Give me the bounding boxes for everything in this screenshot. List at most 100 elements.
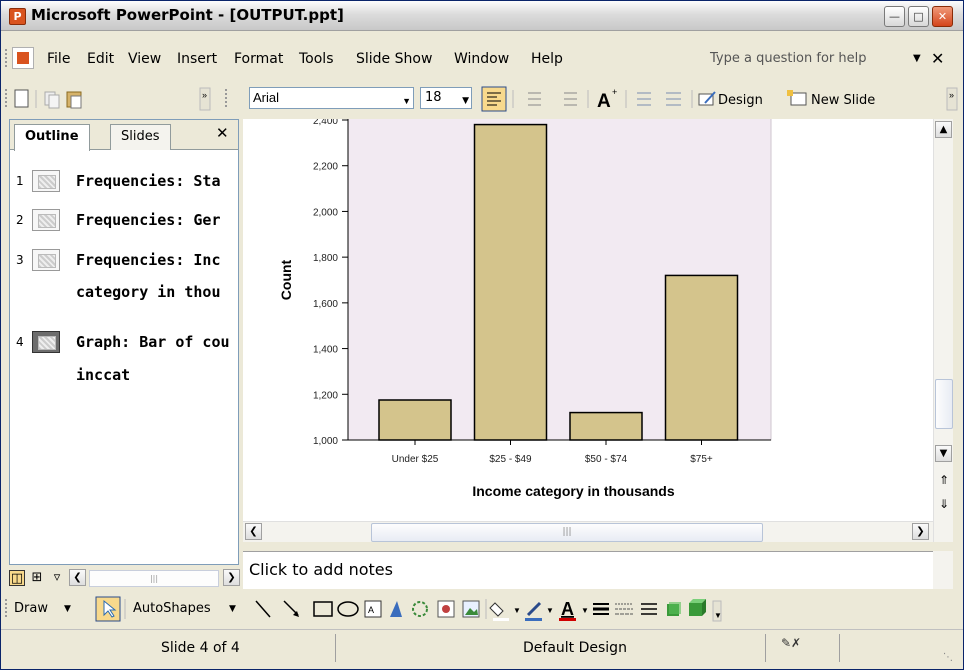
slide-icon[interactable] <box>32 170 60 192</box>
scroll-down-icon[interactable]: ▼ <box>935 445 952 462</box>
slide-icon[interactable] <box>32 209 60 231</box>
outline-title[interactable]: Frequencies: Ger <box>76 211 238 229</box>
title-bar[interactable]: P Microsoft PowerPoint - [OUTPUT.ppt] — … <box>1 1 963 31</box>
font-size-combobox[interactable]: 18 ▼ <box>420 87 472 109</box>
menu-window[interactable]: Window <box>454 51 509 67</box>
clip-art-icon[interactable] <box>437 600 455 618</box>
3d-style-icon[interactable] <box>689 599 706 616</box>
new-slide-button[interactable]: New Slide <box>811 93 875 108</box>
diagram-icon[interactable] <box>412 601 428 617</box>
scroll-left-icon[interactable]: ❮ <box>69 569 86 586</box>
help-dropdown-icon[interactable]: ▼ <box>913 53 921 64</box>
font-size-dropdown-icon[interactable]: ▼ <box>462 91 469 111</box>
wordart-icon[interactable] <box>390 601 402 617</box>
notes-scrollbar[interactable] <box>933 551 953 589</box>
menubar-grip[interactable] <box>5 49 8 67</box>
copy-icon[interactable] <box>44 91 60 109</box>
numbering-icon[interactable] <box>528 92 541 106</box>
close-button[interactable]: ✕ <box>932 6 953 27</box>
toolbar-overflow-icon[interactable]: » <box>199 87 211 111</box>
increase-font-size-icon[interactable]: A + <box>597 87 617 112</box>
oval-tool-icon[interactable] <box>337 601 359 617</box>
paste-icon[interactable] <box>66 91 82 109</box>
text-box-icon[interactable]: A <box>364 600 382 618</box>
shadow-style-icon[interactable] <box>667 602 681 616</box>
document-control-icon[interactable] <box>12 47 34 69</box>
draw-menu-button[interactable]: Draw <box>14 601 48 616</box>
font-name-combobox[interactable]: Arial ▼ <box>249 87 414 109</box>
autoshapes-dropdown-icon[interactable]: ▼ <box>229 604 236 614</box>
arrow-style-icon[interactable] <box>641 603 657 615</box>
slide-horizontal-scrollbar[interactable]: ❮ ||| ❯ <box>243 521 933 542</box>
notes-pane[interactable]: Click to add notes <box>243 551 933 589</box>
dash-style-icon[interactable] <box>615 603 633 615</box>
design-icon[interactable] <box>698 91 716 106</box>
toolbar-options-icon[interactable]: ▼ <box>712 600 722 622</box>
slide-icon-selected[interactable] <box>32 331 60 353</box>
previous-slide-icon[interactable]: ⇑ <box>939 473 949 487</box>
menu-file[interactable]: File <box>47 51 70 67</box>
slide-canvas[interactable]: 1,000 1,200 1,400 1,600 1,800 2,000 2,200 2,400… <box>243 119 933 521</box>
outline-title-continued[interactable]: inccat <box>76 366 238 384</box>
line-color-icon[interactable]: ▼ <box>525 601 554 621</box>
pane-hscroll-thumb[interactable]: ||| <box>89 570 219 587</box>
decrease-indent-icon[interactable] <box>637 92 651 106</box>
help-question-input[interactable]: Type a question for help <box>707 50 907 70</box>
menu-slide-show[interactable]: Slide Show <box>356 51 432 67</box>
outline-title[interactable]: Frequencies: Inc <box>76 251 238 269</box>
maximize-button[interactable]: □ <box>908 6 929 27</box>
document-close-icon[interactable]: ✕ <box>931 49 944 68</box>
menu-format[interactable]: Format <box>234 51 283 67</box>
design-status: Default Design <box>523 640 627 656</box>
design-button[interactable]: Design <box>718 93 763 108</box>
menu-view[interactable]: View <box>128 51 161 67</box>
notes-placeholder[interactable]: Click to add notes <box>249 560 393 579</box>
slide-sorter-view-icon[interactable]: ⊞ <box>29 570 45 586</box>
slide-show-view-icon[interactable]: ▿ <box>49 570 65 586</box>
fill-color-icon[interactable]: ▼ <box>489 602 521 621</box>
bullets-icon[interactable] <box>564 92 577 106</box>
line-tool-icon[interactable] <box>255 600 271 618</box>
new-document-icon[interactable] <box>14 89 29 108</box>
outline-title[interactable]: Frequencies: Sta <box>76 172 238 190</box>
font-dropdown-icon[interactable]: ▼ <box>402 91 411 111</box>
resize-grip-icon[interactable]: ⋱ <box>943 652 953 663</box>
menu-help[interactable]: Help <box>531 51 563 67</box>
status-bar: Slide 4 of 4 Default Design ✎✗ ⋱ <box>1 629 963 669</box>
menu-insert[interactable]: Insert <box>177 51 217 67</box>
line-style-icon[interactable] <box>593 603 609 615</box>
menu-tools[interactable]: Tools <box>299 51 334 67</box>
next-slide-icon[interactable]: ⇓ <box>939 497 949 511</box>
tab-outline[interactable]: Outline <box>14 124 90 151</box>
hscroll-right-icon[interactable]: ❯ <box>912 523 929 540</box>
outline-item-3[interactable]: 3 Frequencies: Inc category in thou <box>10 249 238 309</box>
align-left-icon[interactable] <box>481 86 507 112</box>
autoshapes-menu-button[interactable]: AutoShapes <box>133 601 211 616</box>
outline-title-continued[interactable]: category in thou <box>76 283 238 301</box>
hscroll-left-icon[interactable]: ❮ <box>245 523 262 540</box>
outline-title[interactable]: Graph: Bar of cou <box>76 333 238 351</box>
draw-dropdown-icon[interactable]: ▼ <box>64 604 71 614</box>
horizontal-scroll-thumb[interactable]: ||| <box>371 523 763 542</box>
select-objects-icon[interactable] <box>95 596 121 622</box>
scroll-right-icon[interactable]: ❯ <box>223 569 240 586</box>
pane-close-icon[interactable]: ✕ <box>216 124 229 142</box>
spelling-check-icon[interactable]: ✎✗ <box>781 636 803 654</box>
scroll-up-icon[interactable]: ▲ <box>935 121 952 138</box>
arrow-tool-icon[interactable] <box>283 600 299 617</box>
outline-item-4[interactable]: 4 Graph: Bar of cou inccat <box>10 331 238 391</box>
tab-slides[interactable]: Slides <box>110 124 171 150</box>
minimize-button[interactable]: — <box>884 6 905 27</box>
insert-picture-icon[interactable] <box>462 600 480 618</box>
normal-view-icon[interactable]: ◫ <box>9 570 25 586</box>
slide-vertical-scrollbar[interactable]: ▲ ▼ ⇑ ⇓ <box>933 119 953 542</box>
increase-indent-icon[interactable] <box>666 92 681 106</box>
font-color-icon[interactable]: A ▼ <box>559 599 589 621</box>
rectangle-tool-icon[interactable] <box>313 601 333 617</box>
toolbar-overflow-icon-right[interactable]: » <box>946 87 958 111</box>
slide-icon[interactable] <box>32 249 60 271</box>
powerpoint-app-icon[interactable]: P <box>9 8 26 25</box>
new-slide-icon[interactable] <box>787 90 807 106</box>
menu-edit[interactable]: Edit <box>87 51 114 67</box>
vertical-scroll-thumb[interactable] <box>935 379 953 429</box>
